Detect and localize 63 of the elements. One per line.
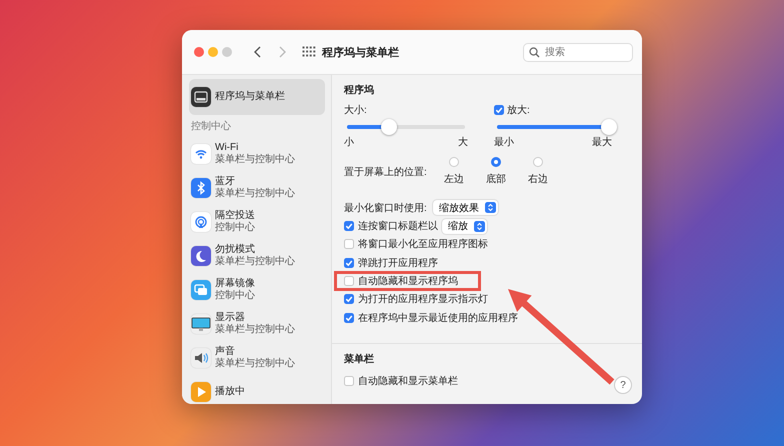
position-label: 置于屏幕上的位置: bbox=[344, 166, 427, 178]
size-label: 大小: bbox=[344, 104, 367, 117]
sidebar-item-icon bbox=[191, 144, 211, 164]
grid-icon[interactable] bbox=[302, 46, 316, 58]
minimize-label: 最小化窗口时使用: bbox=[344, 202, 427, 214]
sidebar-item[interactable]: 蓝牙 菜单栏与控制中心 bbox=[189, 171, 325, 205]
dropdown[interactable]: 缩放效果 bbox=[432, 200, 498, 215]
slider-max-label: 大 bbox=[458, 136, 468, 149]
checkbox[interactable] bbox=[344, 276, 354, 286]
dock-icon bbox=[191, 87, 211, 107]
sidebar-item[interactable]: 显示器 菜单栏与控制中心 bbox=[189, 307, 325, 341]
window-title: 程序坞与菜单栏 bbox=[322, 46, 400, 60]
search-input[interactable]: 搜索 bbox=[543, 46, 627, 58]
sidebar-item-icon bbox=[191, 178, 211, 198]
checkbox[interactable] bbox=[344, 221, 354, 232]
sidebar-item[interactable]: 声音 菜单栏与控制中心 bbox=[189, 341, 325, 375]
sidebar-item-icon bbox=[191, 246, 211, 266]
sidebar-item[interactable]: 播放中 bbox=[189, 375, 325, 404]
checkbox[interactable] bbox=[344, 239, 354, 250]
sidebar-item[interactable]: Wi-Fi 菜单栏与控制中心 bbox=[189, 137, 325, 171]
radio-label: 底部 bbox=[486, 172, 506, 186]
radio-button[interactable] bbox=[490, 157, 501, 167]
option-label: 自动隐藏和显示程序坞 bbox=[358, 274, 458, 288]
sidebar-item-icon bbox=[191, 212, 211, 232]
sidebar-section-title: 控制中心 bbox=[191, 120, 232, 133]
option-label: 弹跳打开应用程序 bbox=[358, 256, 438, 270]
radio-button[interactable] bbox=[532, 157, 543, 167]
option-label: 连按窗口标题栏以 bbox=[358, 220, 438, 234]
sidebar-item[interactable]: 屏幕镜像 控制中心 bbox=[189, 273, 325, 307]
dropdown[interactable]: 缩放 bbox=[442, 218, 487, 234]
search-field[interactable]: 搜索 bbox=[523, 42, 633, 62]
checkbox[interactable] bbox=[494, 105, 504, 115]
slider-thumb[interactable] bbox=[381, 119, 398, 135]
section-title: 菜单栏 bbox=[344, 352, 375, 366]
magnification-label: 放大: bbox=[507, 104, 530, 117]
close-button[interactable] bbox=[194, 47, 204, 57]
option-label: 在程序坞中显示最近使用的应用程序 bbox=[358, 312, 518, 325]
checkbox[interactable] bbox=[344, 312, 354, 323]
slider-max-label: 最大 bbox=[592, 136, 612, 149]
checkbox[interactable] bbox=[344, 376, 354, 386]
sidebar-item-icon bbox=[191, 280, 211, 300]
slider-min-label: 小 bbox=[344, 136, 354, 149]
sidebar-item[interactable]: 勿扰模式 菜单栏与控制中心 bbox=[189, 239, 325, 273]
stepper-icon bbox=[474, 220, 485, 232]
slider-min-label: 最小 bbox=[494, 136, 514, 149]
section-title: 程序坞 bbox=[344, 83, 375, 97]
radio-label: 右边 bbox=[528, 172, 548, 186]
sidebar-item[interactable]: 程序坞与菜单栏 bbox=[189, 79, 325, 115]
checkbox[interactable] bbox=[344, 294, 354, 304]
sidebar-item-icon bbox=[191, 382, 211, 402]
stepper-icon bbox=[484, 202, 496, 213]
radio-label: 左边 bbox=[444, 172, 464, 186]
sidebar-item[interactable]: 隔空投送 控制中心 bbox=[189, 205, 325, 239]
radio-button[interactable] bbox=[448, 157, 459, 167]
zoom-button[interactable] bbox=[222, 47, 232, 57]
search-icon bbox=[529, 46, 540, 58]
checkbox[interactable] bbox=[344, 258, 354, 268]
help-button[interactable]: ? bbox=[614, 376, 632, 394]
option-label: 将窗口最小化至应用程序图标 bbox=[358, 238, 488, 252]
slider-thumb[interactable] bbox=[601, 119, 617, 135]
minimize-button[interactable] bbox=[208, 47, 218, 57]
option-label: 为打开的应用程序显示指示灯 bbox=[358, 292, 488, 306]
option-label: 自动隐藏和显示菜单栏 bbox=[358, 374, 458, 388]
